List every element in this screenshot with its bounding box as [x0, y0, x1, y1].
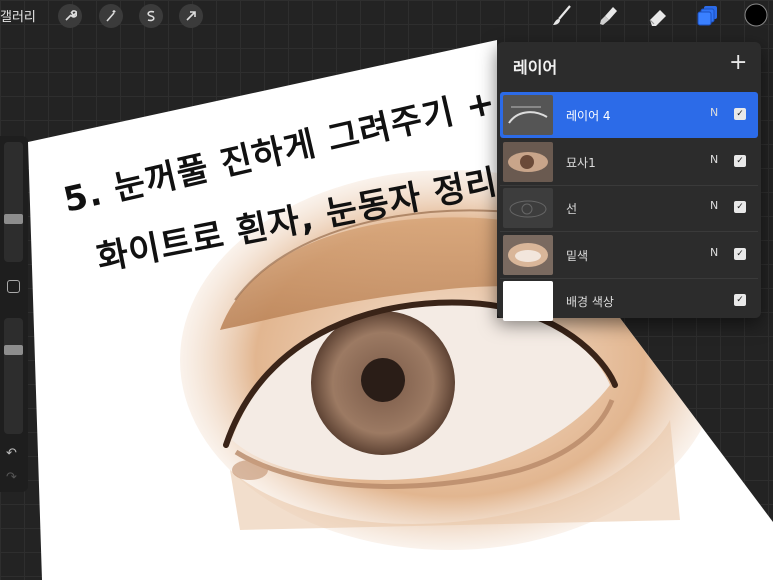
brush-size-handle[interactable]: [4, 214, 23, 224]
blend-mode[interactable]: N: [710, 106, 718, 119]
smudge-icon[interactable]: [596, 4, 620, 32]
layer-name: 선: [566, 202, 578, 216]
opacity-slider[interactable]: [4, 318, 23, 434]
selection-icon[interactable]: [139, 4, 163, 28]
brush-icon[interactable]: [551, 4, 573, 32]
wrench-icon[interactable]: [58, 4, 82, 28]
layers-panel: 레이어 + 레이어 4 N ✓ 묘사1 N ✓ 선 N ✓ 밑색 N ✓ 배경 …: [497, 42, 761, 321]
transform-arrow-icon[interactable]: [179, 4, 203, 28]
lower-skin: [230, 420, 680, 530]
modify-square-icon[interactable]: [7, 280, 20, 293]
brush-size-slider[interactable]: [4, 142, 23, 262]
visibility-checkbox[interactable]: ✓: [734, 294, 746, 306]
top-toolbar: 갤러리: [0, 0, 773, 32]
add-layer-button[interactable]: +: [729, 50, 747, 75]
layer-thumbnail: [503, 142, 553, 182]
layer-thumbnail: [503, 281, 553, 321]
eraser-icon[interactable]: [646, 4, 670, 32]
layers-panel-title: 레이어: [513, 58, 558, 77]
eye-white: [232, 304, 610, 480]
lower-lid: [234, 399, 615, 489]
blend-mode[interactable]: N: [710, 246, 718, 259]
layer-thumbnail: [503, 235, 553, 275]
layer-thumbnail: [503, 188, 553, 228]
magic-wand-icon[interactable]: [99, 4, 123, 28]
tear-duct: [232, 460, 268, 480]
layer-name: 배경 색상: [566, 295, 614, 309]
layer-row-detail1[interactable]: 묘사1 N ✓: [500, 139, 758, 186]
layer-row-4[interactable]: 레이어 4 N ✓: [500, 92, 758, 138]
layers-icon[interactable]: [696, 4, 720, 32]
visibility-checkbox[interactable]: ✓: [734, 201, 746, 213]
layer-name: 묘사1: [566, 156, 596, 170]
layer-row-base-color[interactable]: 밑색 N ✓: [500, 232, 758, 279]
opacity-handle[interactable]: [4, 345, 23, 355]
visibility-checkbox[interactable]: ✓: [734, 248, 746, 260]
blend-mode[interactable]: N: [710, 153, 718, 166]
layer-row-lines[interactable]: 선 N ✓: [500, 185, 758, 232]
color-swatch-icon[interactable]: [744, 3, 768, 31]
visibility-checkbox[interactable]: ✓: [734, 155, 746, 167]
redo-icon[interactable]: ↷: [6, 470, 17, 485]
left-sidebar: ↶ ↷: [0, 136, 28, 492]
layer-name: 밑색: [566, 249, 589, 263]
layer-name: 레이어 4: [566, 109, 611, 123]
blend-mode[interactable]: N: [710, 199, 718, 212]
iris: [311, 311, 455, 455]
layer-row-background[interactable]: 배경 색상 ✓: [500, 278, 758, 324]
undo-icon[interactable]: ↶: [6, 446, 17, 461]
pupil: [361, 358, 405, 402]
visibility-checkbox[interactable]: ✓: [734, 108, 746, 120]
gallery-button[interactable]: 갤러리: [0, 6, 36, 25]
layer-thumbnail: [503, 95, 553, 135]
